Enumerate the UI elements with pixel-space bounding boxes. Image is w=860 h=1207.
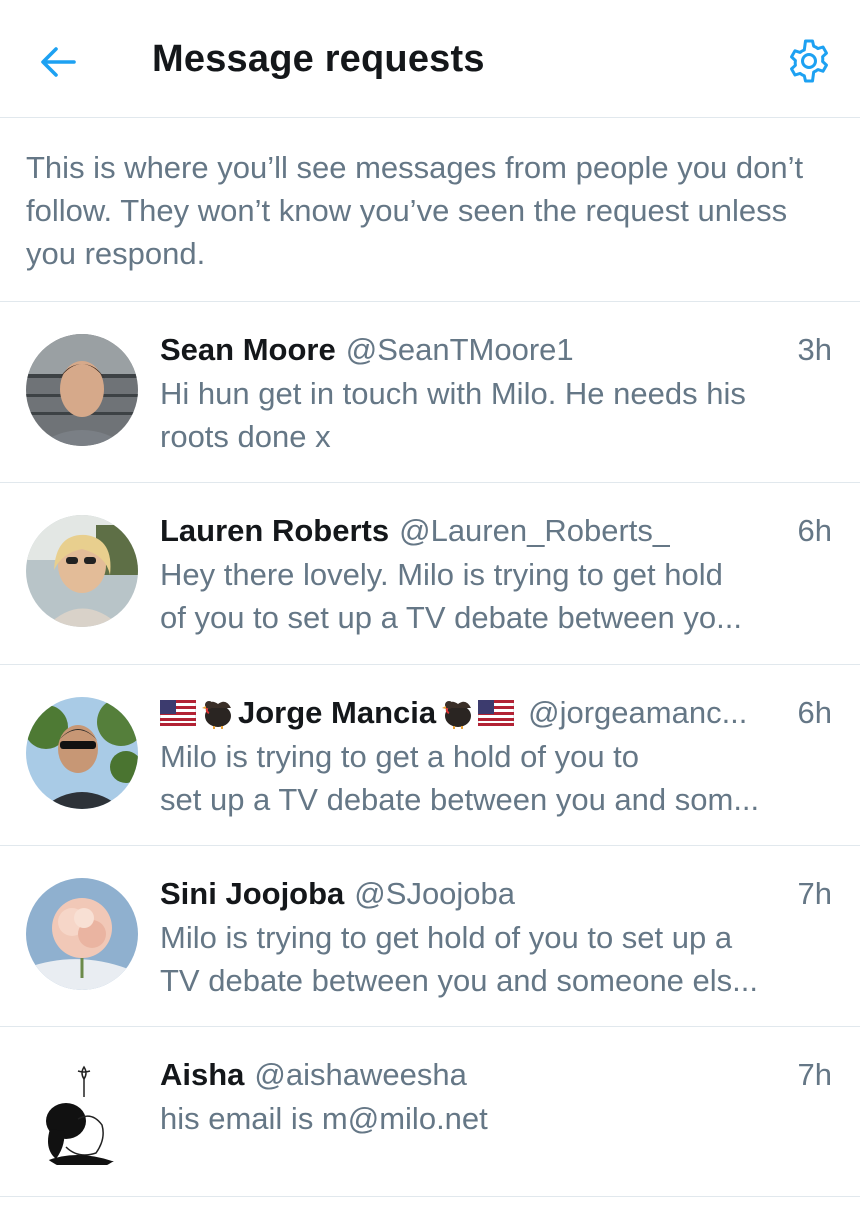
settings-button[interactable] [784, 36, 834, 86]
sender-name: Sean Moore [160, 332, 336, 367]
message-line: of you to set up a TV debate between yo.… [160, 600, 742, 635]
us-flag-icon [478, 700, 515, 726]
avatar [26, 515, 138, 627]
sender-name: Aisha [160, 1057, 245, 1092]
sender-handle: @SJoojoba [354, 876, 516, 911]
message-line: set up a TV debate between you and som..… [160, 782, 760, 817]
message-line: his email is m@milo.net [160, 1101, 488, 1136]
sender-handle: @SeanTMoore1 [345, 332, 574, 367]
message-line: TV debate between you and someone els... [160, 963, 759, 998]
message-preview: Hi hun get in touch with Milo. He needs … [160, 372, 800, 458]
message-line: Hey there lovely. Milo is trying to get … [160, 557, 723, 592]
sender-handle: @jorgeamanc... [528, 695, 748, 730]
gear-icon [790, 39, 828, 83]
message-request-row[interactable]: Jorge Mancia @jorgeamanc... 6h Milo is t… [0, 665, 860, 845]
page-title: Message requests [152, 38, 485, 80]
timestamp: 7h [797, 876, 832, 911]
timestamp: 6h [797, 695, 832, 730]
sender-name: Jorge Mancia [238, 695, 437, 730]
message-request-row[interactable]: Lauren Roberts @Lauren_Roberts_ 6h Hey t… [0, 483, 860, 663]
sender-handle: @Lauren_Roberts_ [399, 513, 671, 548]
message-request-row[interactable]: Sini Joojoba @SJoojoba 7h Milo is trying… [0, 846, 860, 1026]
turkey-icon [442, 701, 472, 729]
avatar [26, 1059, 138, 1171]
message-line: Hi hun get in touch with Milo. He needs … [160, 376, 746, 411]
message-request-row[interactable]: Aisha @aishaweesha 7h his email is m@mil… [0, 1027, 860, 1207]
us-flag-icon [160, 700, 196, 726]
intro-text: This is where you’ll see messages from p… [26, 150, 804, 271]
avatar [26, 697, 138, 809]
avatar [26, 334, 138, 446]
sender-handle: @aishaweesha [254, 1057, 467, 1092]
top-app-bar: Message requests [0, 0, 860, 118]
message-preview: Hey there lovely. Milo is trying to get … [160, 553, 800, 639]
sender-name: Sini Joojoba [160, 876, 345, 911]
sender-name: Lauren Roberts [160, 513, 390, 548]
divider [0, 1196, 860, 1197]
avatar [26, 878, 138, 990]
arrow-left-icon [41, 47, 76, 77]
message-request-row[interactable]: Sean Moore @SeanTMoore1 3h Hi hun get in… [0, 302, 860, 482]
message-preview: Milo is trying to get hold of you to set… [160, 916, 800, 1002]
message-preview: his email is m@milo.net [160, 1097, 800, 1140]
message-preview: Milo is trying to get a hold of you to s… [160, 735, 800, 821]
timestamp: 7h [797, 1057, 832, 1092]
back-button[interactable] [34, 38, 82, 86]
timestamp: 3h [797, 332, 832, 367]
message-line: Milo is trying to get hold of you to set… [160, 920, 733, 955]
turkey-icon [202, 701, 231, 729]
timestamp: 6h [797, 513, 832, 548]
message-line: Milo is trying to get a hold of you to [160, 739, 640, 774]
message-line: roots done x [160, 419, 331, 454]
